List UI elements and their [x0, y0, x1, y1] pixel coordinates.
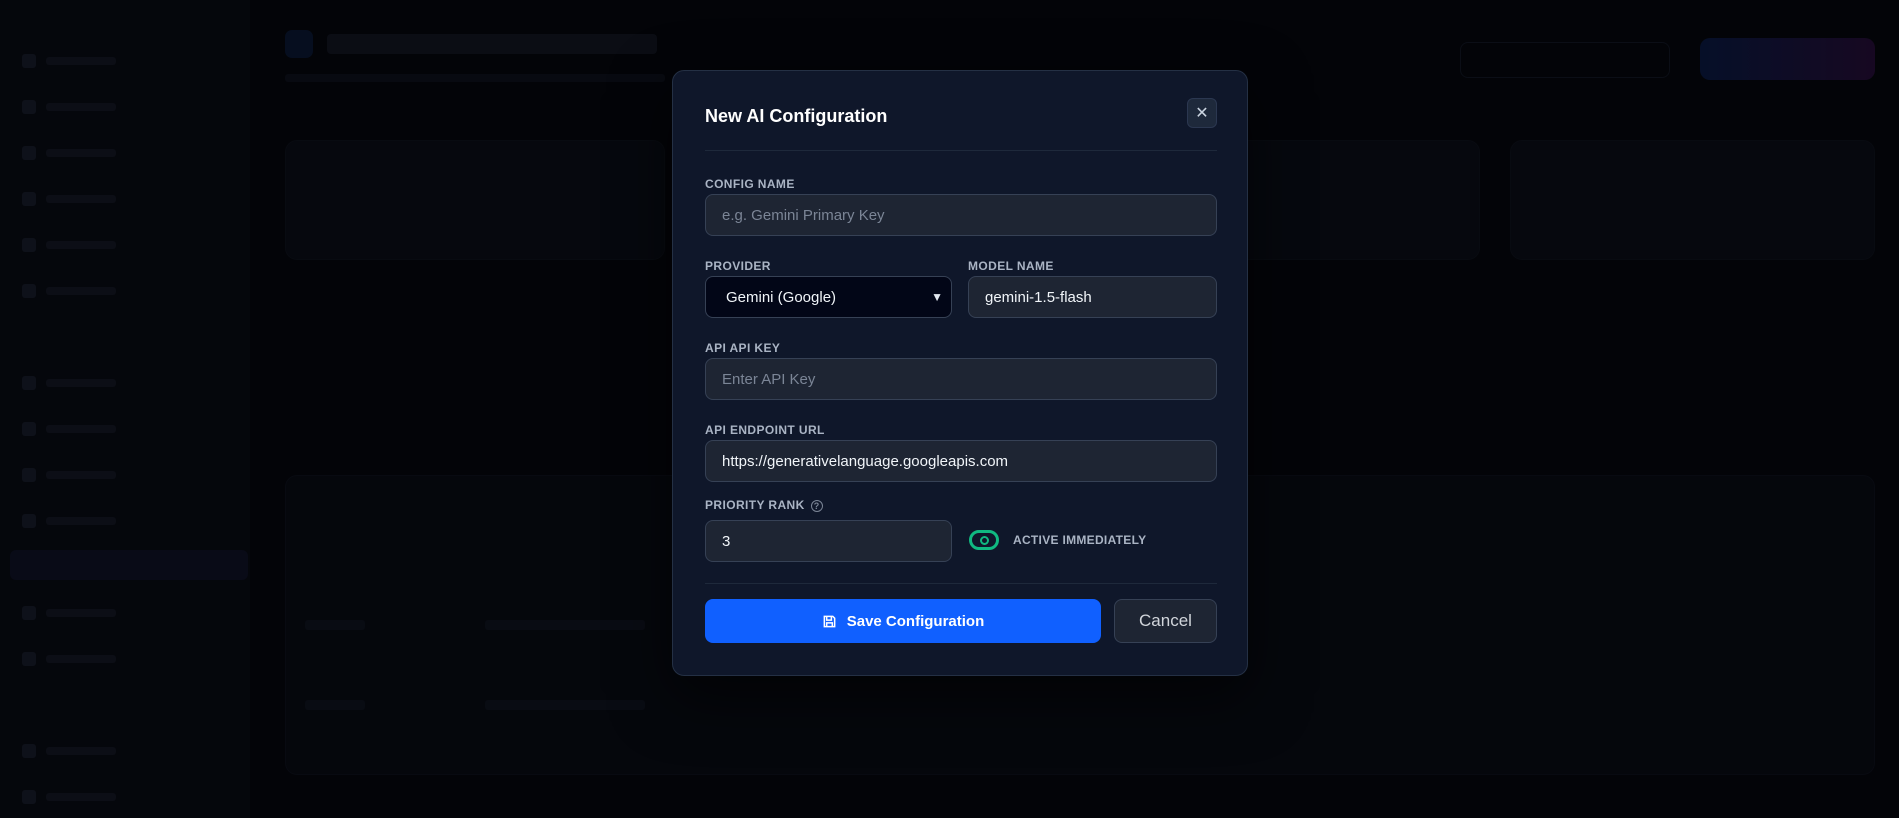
cancel-button-label: Cancel [1139, 611, 1192, 630]
modal-header: New AI Configuration ✕ [705, 98, 1217, 151]
model-name-input[interactable] [968, 276, 1217, 318]
active-toggle[interactable] [969, 530, 999, 550]
priority-rank-input[interactable] [705, 520, 952, 562]
save-configuration-button[interactable]: Save Configuration [705, 599, 1101, 643]
save-button-label: Save Configuration [846, 612, 985, 630]
provider-select[interactable]: Gemini (Google) ▼ [705, 276, 952, 318]
endpoint-input[interactable] [705, 440, 1217, 482]
config-name-label: CONFIG NAME [705, 177, 795, 191]
api-key-label: API API KEY [705, 341, 781, 355]
api-key-input[interactable] [705, 358, 1217, 400]
priority-rank-label: PRIORITY RANK? [705, 498, 823, 512]
endpoint-label: API ENDPOINT URL [705, 423, 825, 437]
help-icon[interactable]: ? [810, 499, 823, 512]
modal-title: New AI Configuration [705, 106, 888, 126]
save-icon [823, 615, 836, 627]
config-name-input[interactable] [705, 194, 1217, 236]
priority-rank-label-text: PRIORITY RANK [705, 498, 805, 512]
new-ai-config-modal: New AI Configuration ✕ CONFIG NAME PROVI… [672, 70, 1248, 676]
model-name-label: MODEL NAME [968, 259, 1054, 273]
cancel-button[interactable]: Cancel [1114, 599, 1217, 643]
close-icon: ✕ [1195, 105, 1209, 122]
active-toggle-label: ACTIVE IMMEDIATELY [1013, 533, 1147, 547]
provider-selected-value: Gemini (Google) [726, 288, 837, 306]
provider-label: PROVIDER [705, 259, 771, 273]
toggle-knob [979, 535, 989, 545]
chevron-down-icon: ▼ [931, 290, 943, 304]
close-button[interactable]: ✕ [1187, 98, 1217, 128]
footer-divider [705, 583, 1217, 584]
